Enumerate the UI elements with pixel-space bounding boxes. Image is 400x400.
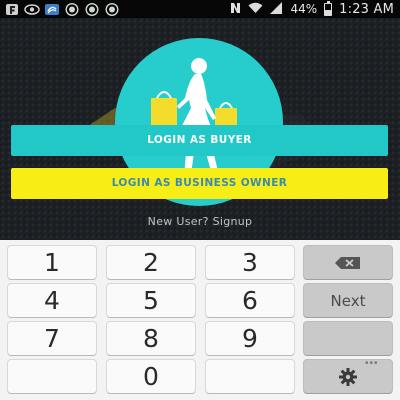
backspace-icon <box>335 256 360 269</box>
key-0[interactable]: 0 <box>107 360 195 393</box>
empty-key-right <box>206 360 294 393</box>
key-3[interactable]: 3 <box>206 246 294 279</box>
key-1[interactable]: 1 <box>8 246 96 279</box>
clock: 1:23 AM <box>339 1 394 17</box>
key-7[interactable]: 7 <box>8 322 96 355</box>
status-indicators: 44% 1:23 AM <box>230 0 394 18</box>
gear-icon <box>339 367 357 386</box>
battery-icon <box>324 0 333 16</box>
blank-key[interactable] <box>304 322 392 355</box>
app-screen: LOGIN AS BUYER LOGIN AS BUSINESS OWNER N… <box>0 18 400 240</box>
notification-icons <box>4 2 120 16</box>
backspace-key[interactable] <box>304 246 392 279</box>
key-8[interactable]: 8 <box>107 322 195 355</box>
key-9[interactable]: 9 <box>206 322 294 355</box>
key-6[interactable]: 6 <box>206 284 294 317</box>
empty-key-left <box>8 360 96 393</box>
notification-eye-icon <box>24 3 40 16</box>
notification-whatsapp-icon <box>64 2 80 16</box>
notification-f-icon <box>4 3 20 16</box>
key-2[interactable]: 2 <box>107 246 195 279</box>
signup-link[interactable]: New User? Signup <box>0 215 400 228</box>
login-as-buyer-button[interactable]: LOGIN AS BUYER <box>11 125 388 156</box>
nfc-icon <box>230 2 241 17</box>
wifi-icon <box>248 2 263 17</box>
more-dots-icon: ••• <box>365 358 379 369</box>
signal-icon <box>270 1 283 17</box>
notification-sync-icon <box>44 3 60 16</box>
settings-key[interactable] <box>304 360 392 393</box>
status-bar: 44% 1:23 AM <box>0 0 400 18</box>
battery-percent: 44% <box>290 2 318 16</box>
login-as-business-owner-button[interactable]: LOGIN AS BUSINESS OWNER <box>11 168 388 199</box>
key-4[interactable]: 4 <box>8 284 96 317</box>
numeric-keyboard: 1 2 3 4 5 6 Next 7 8 9 0 ••• <box>0 240 400 400</box>
notification-whatsapp-icon <box>104 2 120 16</box>
next-key[interactable]: Next <box>304 284 392 317</box>
notification-whatsapp-icon <box>84 2 100 16</box>
key-5[interactable]: 5 <box>107 284 195 317</box>
